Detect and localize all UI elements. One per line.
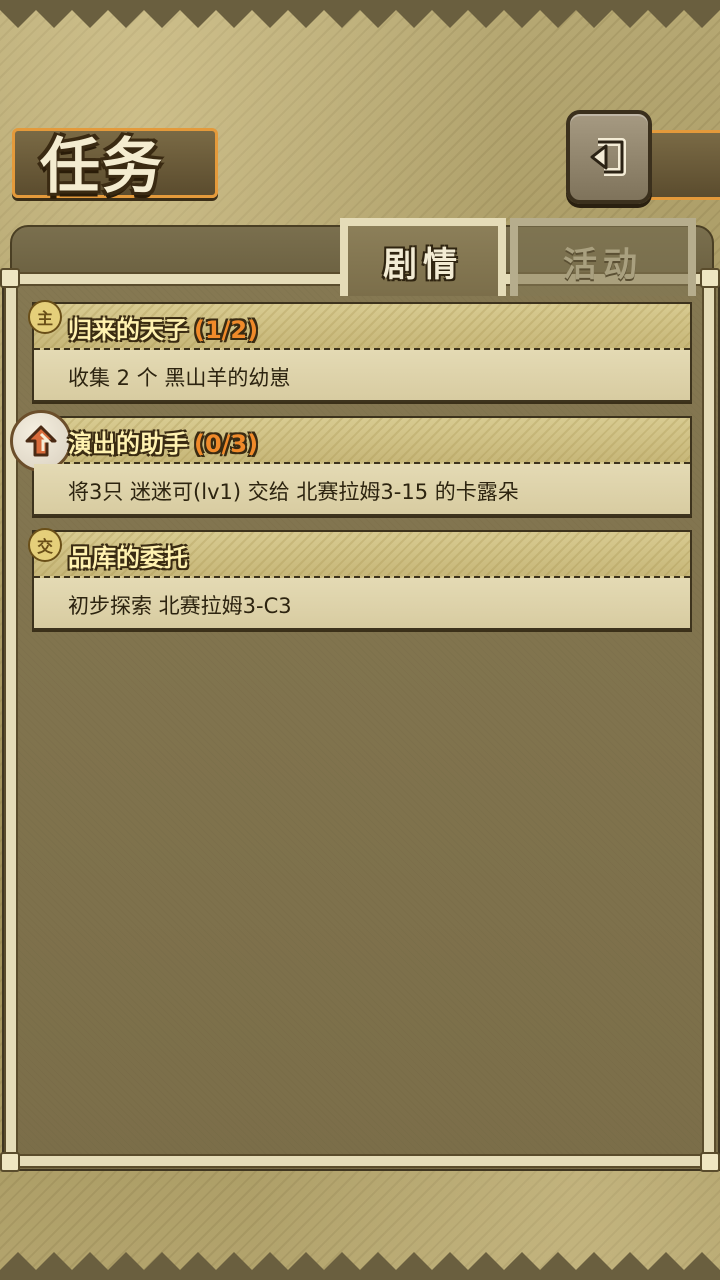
quest-title: 归来的天子 (1/2): [68, 310, 258, 345]
panel-rail-left: [4, 280, 18, 1164]
tab-activity[interactable]: 活动: [510, 218, 696, 296]
tab-activity-label: 活动: [563, 244, 643, 285]
panel-corner: [700, 1152, 720, 1172]
quest-header: 演出的助手 (0/3): [10, 410, 690, 472]
quest-title: 演出的助手 (0/3): [68, 424, 258, 459]
tracked-quest-arrow-icon: [10, 410, 72, 472]
quest-description: 初步探索 北赛拉姆3-C3: [68, 594, 292, 618]
quest-list-panel: [2, 272, 720, 1171]
panel-rail-right: [702, 280, 716, 1164]
quest-progress: (1/2): [194, 316, 259, 344]
tab-story-label: 剧情: [383, 244, 463, 285]
tab-story[interactable]: 剧情: [340, 218, 506, 296]
back-button[interactable]: [566, 110, 652, 204]
bottom-zigzag-border: [0, 1252, 720, 1280]
panel-corner: [0, 1152, 20, 1172]
quest-name: 演出的助手: [68, 430, 188, 458]
top-zigzag-border: [0, 0, 720, 28]
panel-rail-bottom: [6, 1154, 710, 1168]
quest-progress: (0/3): [194, 430, 259, 458]
page-title: 任务: [40, 132, 164, 202]
main-quest-icon: 主: [28, 300, 62, 334]
quest-body: 收集 2 个 黑山羊的幼崽: [34, 350, 690, 400]
return-arrow-icon: [590, 138, 626, 176]
quest-item[interactable]: 主 归来的天子 (1/2) 收集 2 个 黑山羊的幼崽: [28, 300, 692, 402]
quest-name: 归来的天子: [68, 316, 188, 344]
quest-title: 品库的委托: [68, 538, 194, 573]
quest-name: 品库的委托: [68, 544, 188, 572]
quest-body: 初步探索 北赛拉姆3-C3: [34, 578, 690, 628]
quest-item[interactable]: 演出的助手 (0/3) 将3只 迷迷可(lv1) 交给 北赛拉姆3-15 的卡露朵: [10, 410, 692, 516]
quest-description: 收集 2 个 黑山羊的幼崽: [68, 366, 291, 390]
quest-item[interactable]: 交 品库的委托 初步探索 北赛拉姆3-C3: [28, 528, 692, 630]
quest-description: 将3只 迷迷可(lv1) 交给 北赛拉姆3-15 的卡露朵: [68, 480, 519, 504]
panel-corner: [0, 268, 20, 288]
quest-header: 主 归来的天子 (1/2): [28, 300, 690, 350]
quest-body: 将3只 迷迷可(lv1) 交给 北赛拉姆3-15 的卡露朵: [34, 464, 690, 514]
exchange-quest-icon: 交: [28, 528, 62, 562]
quest-header: 交 品库的委托: [28, 528, 690, 578]
panel-corner: [700, 268, 720, 288]
